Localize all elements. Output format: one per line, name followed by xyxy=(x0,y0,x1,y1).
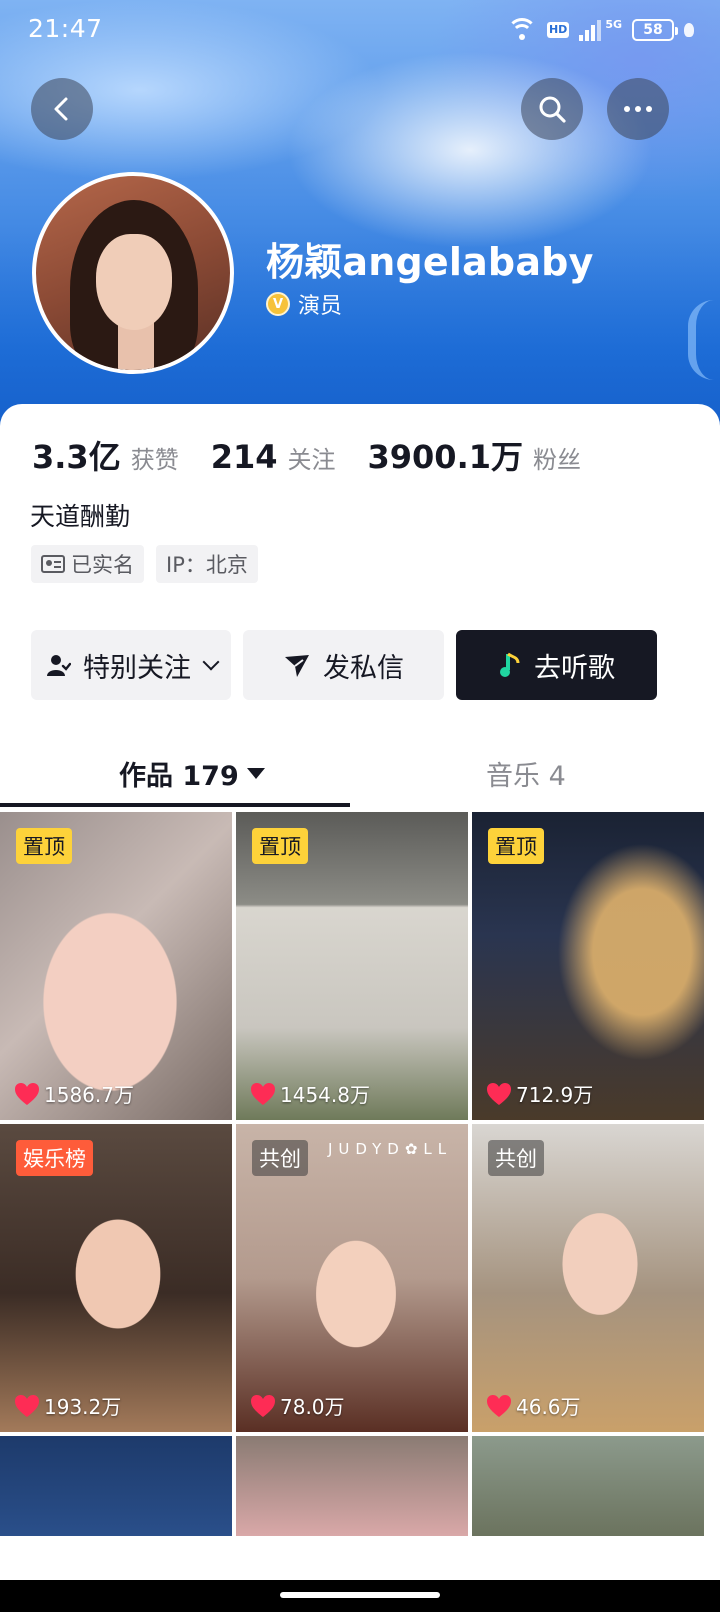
avatar[interactable] xyxy=(32,172,234,374)
video-likes: 46.6万 xyxy=(486,1391,581,1420)
profile-bio: 天道酬勤 xyxy=(30,502,131,531)
stat-following-label: 关注 xyxy=(287,446,336,474)
video-thumbnail[interactable]: 娱乐榜 193.2万 xyxy=(0,1124,232,1432)
tab-music-label: 音乐 4 xyxy=(486,761,566,792)
tag-ip-label: IP：北京 xyxy=(166,553,248,577)
video-thumbnail[interactable] xyxy=(0,1436,232,1536)
verified-badge-icon: V xyxy=(266,292,290,316)
stat-likes-label: 获赞 xyxy=(130,446,179,474)
tab-works-label: 作品 179 xyxy=(119,761,239,792)
send-message-label: 发私信 xyxy=(323,652,404,684)
stat-likes-value: 3.3亿 xyxy=(32,438,121,476)
home-indicator[interactable] xyxy=(280,1592,440,1598)
battery-icon: 58 xyxy=(632,19,678,41)
search-button[interactable] xyxy=(521,78,583,140)
stat-followers-label: 粉丝 xyxy=(533,446,581,474)
tab-active-indicator xyxy=(0,803,350,807)
collab-badge: 共创 xyxy=(252,1140,308,1176)
video-likes: 78.0万 xyxy=(250,1391,345,1420)
video-likes: 193.2万 xyxy=(14,1391,121,1420)
video-thumbnail[interactable] xyxy=(472,1436,704,1536)
stat-following[interactable]: 214 关注 xyxy=(211,438,336,476)
network-type-label: 5G xyxy=(605,17,622,31)
heart-icon xyxy=(487,1394,511,1417)
video-likes: 712.9万 xyxy=(486,1079,593,1108)
collab-badge: 共创 xyxy=(488,1140,544,1176)
edge-swipe-handle[interactable] xyxy=(688,300,714,380)
heart-icon xyxy=(487,1082,511,1105)
video-thumbnail[interactable]: 共创 46.6万 xyxy=(472,1124,704,1432)
tab-works[interactable]: 作品 179 xyxy=(119,754,265,793)
stat-likes[interactable]: 3.3亿 获赞 xyxy=(32,432,179,478)
person-follow-icon xyxy=(47,655,71,676)
signal-icon xyxy=(579,19,602,41)
entertainment-rank-badge: 娱乐榜 xyxy=(16,1140,93,1176)
video-likes-count: 1586.7万 xyxy=(44,1083,134,1107)
notification-dot-icon xyxy=(684,23,694,37)
video-grid: 置顶 1586.7万 置顶 1454.8万 置顶 712.9万 娱乐榜 193.… xyxy=(0,812,720,1536)
video-likes-count: 78.0万 xyxy=(280,1395,345,1419)
special-follow-label: 特别关注 xyxy=(83,652,191,684)
send-message-button[interactable]: 发私信 xyxy=(243,630,444,700)
search-icon xyxy=(539,96,566,123)
tag-ip-location: IP：北京 xyxy=(156,545,258,583)
tag-real-name-label: 已实名 xyxy=(71,553,134,577)
profile-tags: 已实名 IP：北京 xyxy=(31,545,258,583)
wifi-icon xyxy=(506,18,537,42)
video-likes-count: 193.2万 xyxy=(44,1395,122,1419)
stat-followers-value: 3900.1万 xyxy=(367,438,524,476)
chevron-left-icon xyxy=(54,97,68,121)
video-likes: 1586.7万 xyxy=(14,1079,134,1108)
video-thumbnail[interactable]: 置顶 712.9万 xyxy=(472,812,704,1120)
back-button[interactable] xyxy=(31,78,93,140)
more-dots-icon xyxy=(624,106,652,112)
video-likes: 1454.8万 xyxy=(250,1079,370,1108)
content-tabs: 作品 179 音乐 4 xyxy=(0,740,720,810)
music-note-icon xyxy=(500,652,520,677)
video-likes-count: 46.6万 xyxy=(516,1395,581,1419)
special-follow-button[interactable]: 特别关注 xyxy=(31,630,231,700)
pinned-badge: 置顶 xyxy=(16,828,72,864)
pinned-badge: 置顶 xyxy=(252,828,308,864)
video-thumbnail[interactable] xyxy=(236,1436,468,1536)
video-thumbnail[interactable]: 置顶 1454.8万 xyxy=(236,812,468,1120)
status-time: 21:47 xyxy=(28,14,103,43)
send-icon xyxy=(285,655,309,677)
brand-watermark: JUDYD✿LL xyxy=(328,1140,453,1158)
video-thumbnail[interactable]: 共创 JUDYD✿LL 78.0万 xyxy=(236,1124,468,1432)
battery-level: 58 xyxy=(643,22,663,38)
go-listen-button[interactable]: 去听歌 xyxy=(456,630,657,700)
stat-following-value: 214 xyxy=(210,438,278,476)
profile-stats: 3.3亿 获赞 214 关注 3900.1万 粉丝 xyxy=(32,432,613,478)
status-bar: 21:47 HD 5G 58 xyxy=(0,0,720,60)
id-card-icon xyxy=(41,555,65,573)
chevron-down-icon xyxy=(202,653,220,671)
status-icons: HD 5G 58 xyxy=(506,16,694,44)
go-listen-label: 去听歌 xyxy=(534,652,615,684)
caret-down-icon[interactable] xyxy=(246,768,265,779)
verified-label: 演员 xyxy=(298,294,343,319)
heart-icon xyxy=(15,1082,39,1105)
stat-followers[interactable]: 3900.1万 粉丝 xyxy=(368,432,582,478)
more-button[interactable] xyxy=(607,78,669,140)
video-likes-count: 1454.8万 xyxy=(280,1083,370,1107)
action-buttons: 特别关注 发私信 去听歌 xyxy=(31,630,657,700)
tag-real-name: 已实名 xyxy=(31,545,144,583)
tab-music[interactable]: 音乐 4 xyxy=(486,754,566,793)
hd-icon: HD xyxy=(546,22,570,38)
heart-icon xyxy=(251,1394,275,1417)
profile-name: 杨颖angelababy xyxy=(266,240,594,284)
video-thumbnail[interactable]: 置顶 1586.7万 xyxy=(0,812,232,1120)
pinned-badge: 置顶 xyxy=(488,828,544,864)
heart-icon xyxy=(251,1082,275,1105)
verified-row: V 演员 xyxy=(266,288,342,320)
video-likes-count: 712.9万 xyxy=(516,1083,594,1107)
heart-icon xyxy=(15,1394,39,1417)
